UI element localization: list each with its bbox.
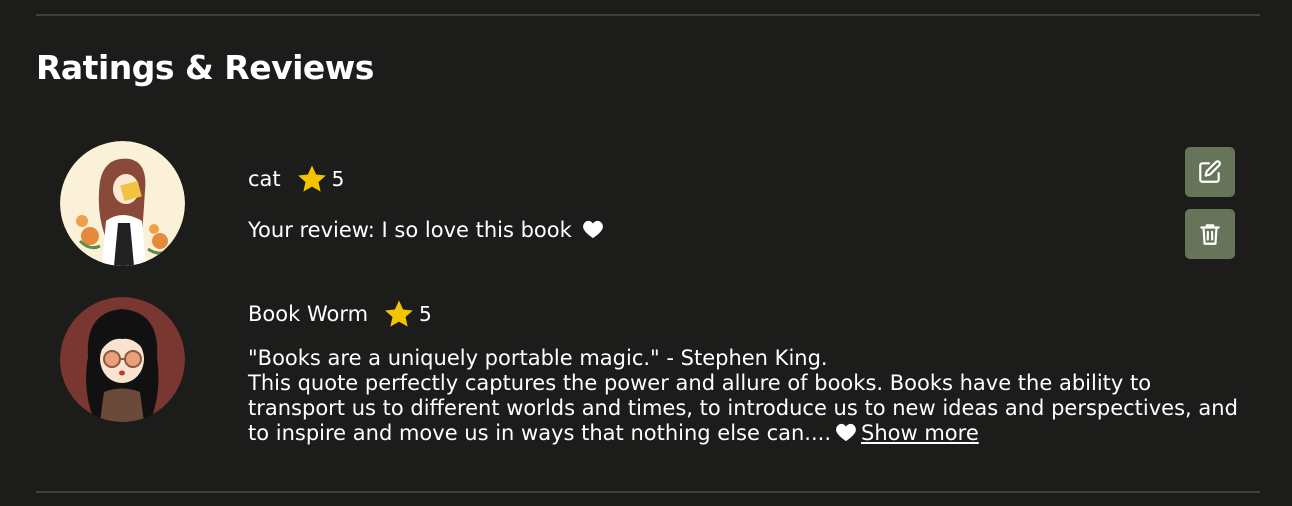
trash-icon [1200, 224, 1220, 245]
bottom-divider [36, 491, 1260, 493]
heart-icon [583, 220, 604, 239]
show-more-link[interactable]: Show more [861, 421, 979, 445]
rating-value: 5 [331, 167, 345, 191]
review-text: Your review: I so love this book [248, 218, 572, 242]
review-header: Book Worm 5 [248, 297, 432, 331]
rating-value: 5 [419, 302, 432, 326]
edit-icon [1199, 160, 1221, 183]
reviewer-name: cat [248, 167, 281, 191]
avatar-book-worm [60, 297, 185, 422]
review-quote-line: "Books are a uniquely portable magic." -… [248, 346, 828, 370]
review-header: cat 5 [248, 162, 344, 196]
delete-review-button[interactable] [1185, 209, 1235, 259]
heart-icon [836, 423, 856, 442]
review-body: "Books are a uniquely portable magic." -… [248, 346, 1238, 446]
reviewer-name: Book Worm [248, 302, 369, 326]
star-icon [385, 300, 413, 327]
review-text: This quote perfectly captures the power … [248, 371, 1238, 445]
section-title: Ratings & Reviews [36, 48, 374, 87]
top-divider [36, 14, 1260, 16]
review-body: Your review: I so love this book [248, 218, 1148, 243]
edit-review-button[interactable] [1185, 147, 1235, 197]
star-icon [297, 165, 326, 192]
avatar-cat [60, 141, 185, 266]
